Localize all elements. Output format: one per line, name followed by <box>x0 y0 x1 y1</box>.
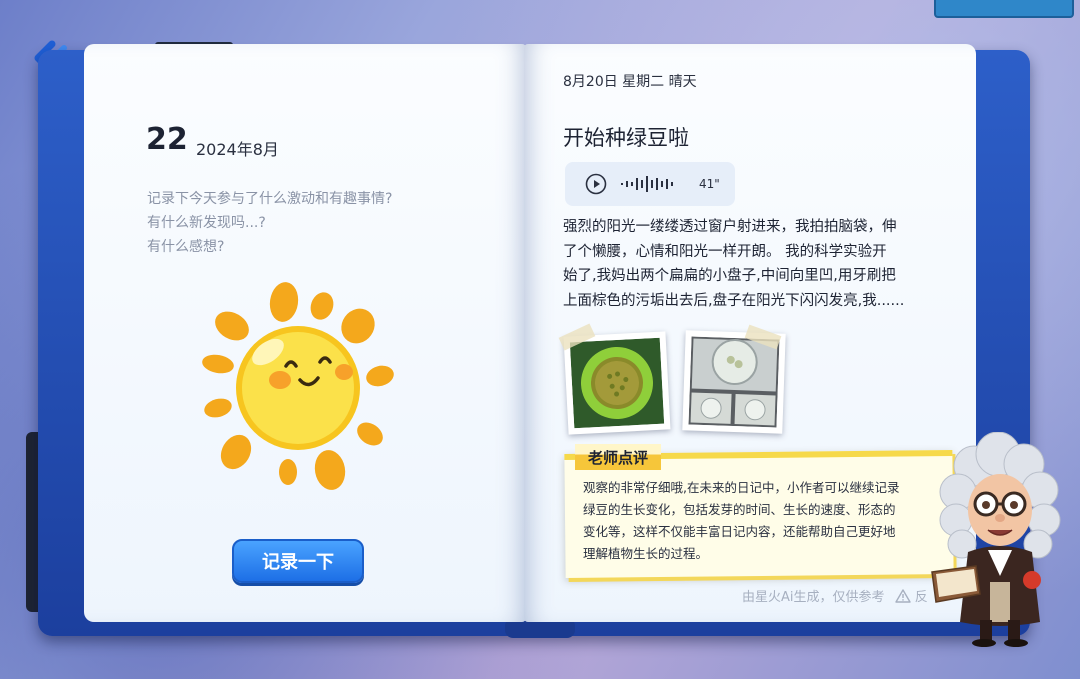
teacher-comment-tag: 老师点评 <box>575 444 661 470</box>
feedback-button[interactable]: 反 <box>889 589 928 605</box>
entry-body-line: 始了,我妈出两个扁扁的小盘子,中间向里凹,用牙刷把 <box>563 268 896 284</box>
date-day: 22 <box>146 122 188 157</box>
feedback-label: 反 <box>914 590 928 605</box>
audio-player: 41" <box>565 162 735 206</box>
entry-body-line: 强烈的阳光一缕缕透过窗户射进来，我拍拍脑袋，伸 <box>563 219 897 235</box>
audio-duration: 41" <box>699 177 720 191</box>
entry-date-weather: 8月20日 星期二 晴天 <box>563 74 697 90</box>
entry-body-line: 了个懒腰，心情和阳光一样开朗。 我的科学实验开 <box>563 243 887 260</box>
photo-mung-beans[interactable] <box>563 331 671 435</box>
writing-prompt: 记录下今天参与了什么激动和有趣事情? <box>147 191 393 207</box>
comment-line: 变化等，这样不仅能丰富日记内容，还能帮助自己更好地 <box>583 524 896 539</box>
writing-prompt: 有什么感想? <box>147 239 225 255</box>
comment-line: 观察的非常仔细哦,在未来的日记中，小作者可以继续记录 <box>583 480 900 495</box>
comment-line: 绿豆的生长变化，包括发芽的时间、生长的速度、形态的 <box>583 502 896 517</box>
smiling-sun-icon <box>202 282 394 490</box>
entry-body: 强烈的阳光一缕缕透过窗户射进来，我拍拍脑袋，伸 了个懒腰，心情和阳光一样开朗。 … <box>563 215 933 313</box>
warning-icon <box>894 589 911 603</box>
audio-waveform-icon <box>621 176 673 192</box>
dishes-photo-image <box>688 336 780 428</box>
writing-prompt: 有什么新发现吗...? <box>147 215 266 231</box>
date-month: 2024年8月 <box>196 140 279 159</box>
teacher-comment-body: 观察的非常仔细哦,在未来的日记中，小作者可以继续记录 绿豆的生长变化，包括发芽的… <box>583 477 943 565</box>
mung-bean-plate-image <box>569 337 665 429</box>
record-button[interactable]: 记录一下 <box>232 539 364 583</box>
play-icon[interactable] <box>585 173 607 195</box>
entry-body-line: 上面棕色的污垢出去后,盘子在阳光下闪闪发亮,我...... <box>563 292 905 309</box>
top-right-panel <box>934 0 1074 18</box>
ai-disclaimer: 由星火Ai生成，仅供参考 反 <box>742 586 928 605</box>
entry-title: 开始种绿豆啦 <box>563 126 689 150</box>
comment-line: 理解植物生长的过程。 <box>583 546 709 561</box>
ai-disclaimer-text: 由星火Ai生成，仅供参考 <box>742 590 885 605</box>
teacher-avatar[interactable] <box>928 432 1068 647</box>
